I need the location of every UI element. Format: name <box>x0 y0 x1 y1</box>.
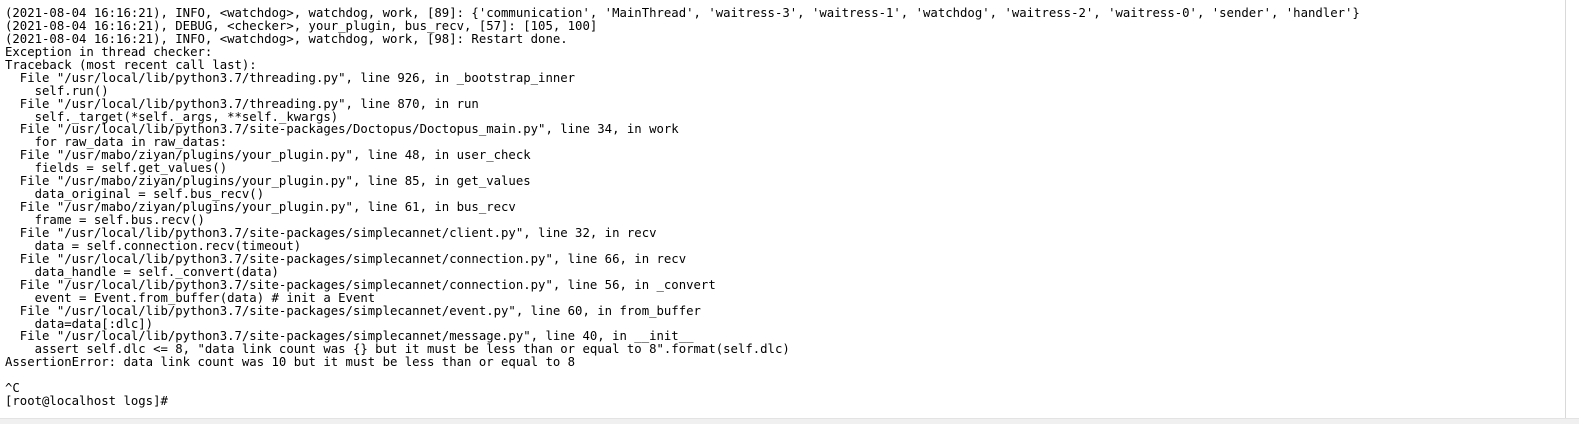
traceback-frame: File "/usr/mabo/ziyan/plugins/your_plugi… <box>5 148 531 163</box>
traceback-code: self.run() <box>5 83 109 98</box>
traceback-code: data = self.connection.recv(timeout) <box>5 238 302 253</box>
traceback-header: Traceback (most recent call last): <box>5 57 257 72</box>
traceback-frame: File "/usr/local/lib/python3.7/site-pack… <box>5 251 687 266</box>
interrupt-line: ^C <box>5 381 20 396</box>
traceback-code: frame = self.bus.recv() <box>5 213 205 227</box>
traceback-code: event = Event.from_buffer(data) # init a… <box>5 290 376 305</box>
log-line-watchdog-threads: (2021-08-04 16:16:21), INFO, <watchdog>,… <box>5 6 1360 20</box>
log-line-checker-debug: (2021-08-04 16:16:21), DEBUG, <checker>,… <box>5 18 598 33</box>
traceback-frame: File "/usr/local/lib/python3.7/site-pack… <box>5 225 657 240</box>
assertion-error-line: AssertionError: data link count was 10 b… <box>5 355 576 370</box>
traceback-frame: File "/usr/local/lib/python3.7/threading… <box>5 70 576 85</box>
traceback-frame: File "/usr/local/lib/python3.7/site-pack… <box>5 122 679 137</box>
traceback-frame: File "/usr/mabo/ziyan/plugins/your_plugi… <box>5 200 516 215</box>
terminal-window[interactable]: (2021-08-04 16:16:21), INFO, <watchdog>,… <box>0 0 1566 418</box>
log-line-restart-done: (2021-08-04 16:16:21), INFO, <watchdog>,… <box>5 31 568 46</box>
exception-header: Exception in thread checker: <box>5 44 213 59</box>
scrollbar-gutter <box>1566 0 1579 418</box>
traceback-frame: File "/usr/local/lib/python3.7/threading… <box>5 96 479 111</box>
window-bottom-edge <box>0 418 1579 424</box>
shell-prompt[interactable]: [root@localhost logs]# <box>5 395 1565 408</box>
traceback-frame: File "/usr/local/lib/python3.7/site-pack… <box>5 303 701 318</box>
traceback-frame: File "/usr/local/lib/python3.7/site-pack… <box>5 277 716 292</box>
traceback-code: data_handle = self._convert(data) <box>5 264 279 279</box>
